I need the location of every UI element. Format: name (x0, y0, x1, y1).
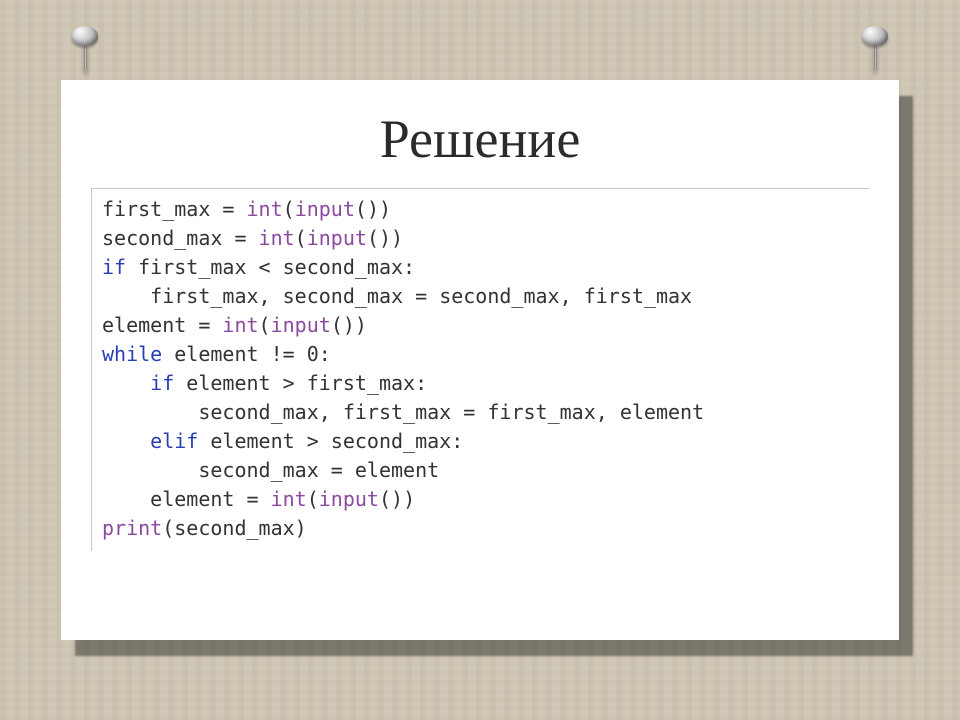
code-block: first_max = int(input()) second_max = in… (91, 188, 869, 551)
pushpin-icon (862, 26, 888, 70)
code-content: first_max = int(input()) second_max = in… (102, 195, 859, 543)
slide-background: Решение first_max = int(input()) second_… (0, 0, 960, 720)
slide-title: Решение (61, 108, 899, 170)
slide-card: Решение first_max = int(input()) second_… (61, 80, 899, 640)
pushpin-icon (72, 26, 98, 70)
card-surface: Решение first_max = int(input()) second_… (61, 80, 899, 640)
